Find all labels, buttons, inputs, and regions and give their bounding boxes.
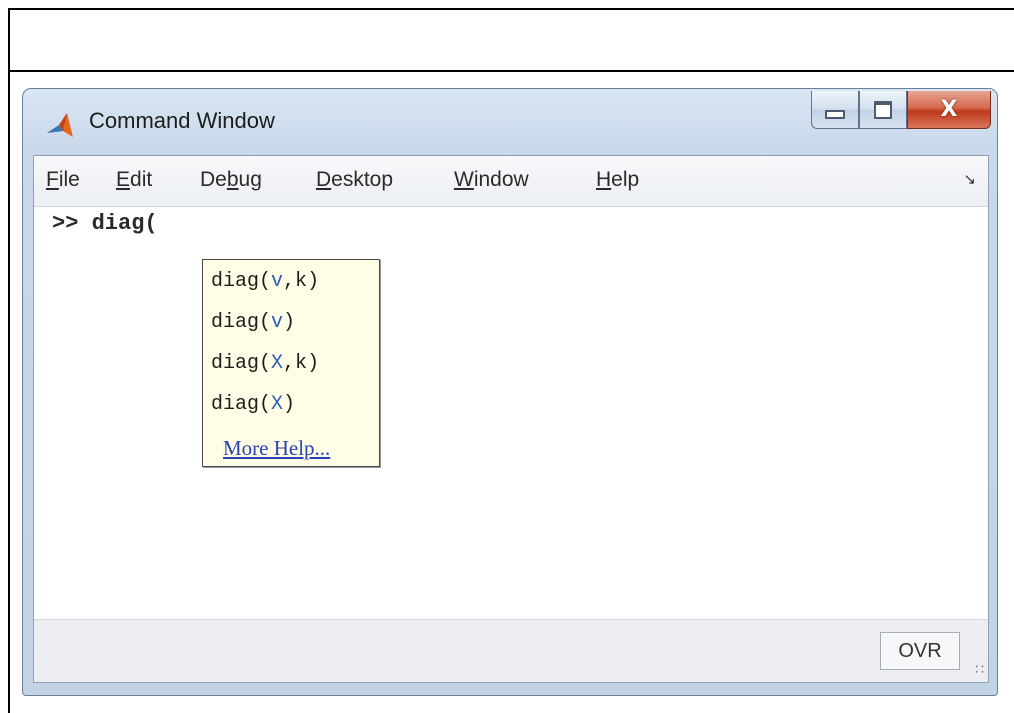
client-area: File Edit Debug Desktop Window Help ↘ >>… (33, 155, 989, 683)
hint-signature[interactable]: diag(X) (211, 393, 295, 416)
menu-window[interactable]: Window (454, 168, 529, 192)
title-bar[interactable]: Command Window X (23, 89, 997, 161)
hint-signature[interactable]: diag(v) (211, 311, 295, 334)
menu-file[interactable]: File (46, 168, 80, 192)
menu-edit[interactable]: Edit (116, 168, 152, 192)
more-help-link[interactable]: More Help... (223, 436, 330, 461)
maximize-icon (874, 100, 892, 119)
undock-arrow-icon[interactable]: ↘ (963, 170, 976, 188)
window-title: Command Window (89, 108, 275, 133)
matlab-logo-icon (47, 113, 73, 137)
hint-signature[interactable]: diag(X,k) (211, 352, 319, 375)
minimize-icon (825, 110, 845, 119)
table-divider (8, 70, 1014, 72)
overwrite-mode-indicator: OVR (880, 632, 960, 670)
menu-bar: File Edit Debug Desktop Window Help ↘ (34, 156, 988, 207)
close-button[interactable]: X (907, 91, 991, 129)
close-icon: X (940, 97, 958, 122)
status-bar: OVR ∷ (34, 619, 988, 682)
hint-signature[interactable]: diag(v,k) (211, 270, 319, 293)
window-controls: X (811, 91, 991, 131)
prompt-symbol: >> (52, 211, 92, 236)
command-input[interactable]: diag( (92, 211, 158, 236)
menu-debug[interactable]: Debug (200, 168, 262, 192)
menu-desktop[interactable]: Desktop (316, 168, 393, 192)
command-line[interactable]: >> diag( (52, 211, 158, 236)
maximize-button[interactable] (859, 91, 907, 129)
function-hints-popup: diag(v,k) diag(v) diag(X,k) diag(X) More… (202, 259, 380, 467)
command-window: Command Window X File Edit Debug Desktop… (22, 88, 998, 696)
minimize-button[interactable] (811, 91, 859, 129)
console-area[interactable]: >> diag( diag(v,k) diag(v) diag(X,k) dia… (34, 207, 988, 620)
menu-help[interactable]: Help (596, 168, 639, 192)
resize-grip-icon[interactable]: ∷ (975, 662, 984, 678)
